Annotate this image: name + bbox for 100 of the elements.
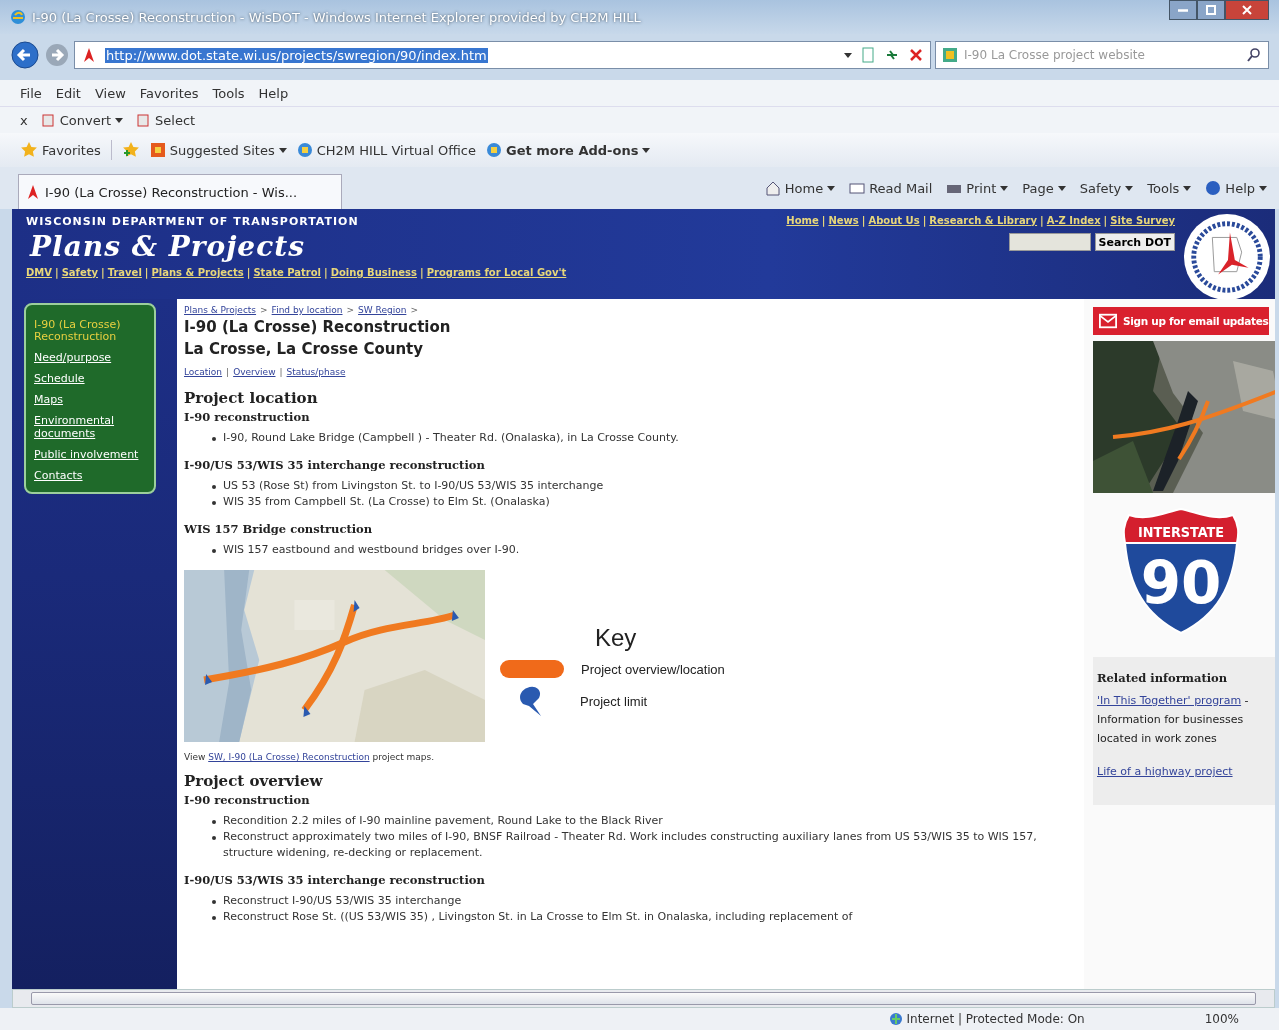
site-search-field[interactable] [1008, 233, 1091, 251]
nav-link[interactable]: Safety [61, 267, 99, 278]
menu-item[interactable]: Help [258, 85, 289, 101]
bullet-icon [212, 549, 216, 553]
envelope-icon [1099, 312, 1117, 330]
favorites-link[interactable]: CH2M HILL Virtual Office [296, 142, 476, 158]
anchor-link[interactable]: Location [184, 367, 223, 377]
separator: | [922, 215, 927, 226]
favorites-link[interactable]: Suggested Sites [149, 142, 287, 158]
caret-icon [1259, 184, 1267, 192]
highway-project-link[interactable]: Life of a highway project [1097, 762, 1271, 781]
caret-icon[interactable] [844, 51, 852, 59]
close-button[interactable] [1225, 0, 1269, 20]
close-icon [1241, 4, 1253, 16]
search-button[interactable]: Search DOT [1094, 233, 1175, 251]
search-text: I-90 La Crosse project website [964, 48, 1146, 62]
search-provider-icon [942, 47, 958, 63]
menu-item[interactable]: View [94, 85, 126, 101]
separator: | [279, 367, 283, 377]
window-title: I-90 (La Crosse) Reconstruction - WisDOT - Windows Internet Explorer provided by CH2M HILL [32, 9, 642, 25]
top-link[interactable]: A-Z Index [1046, 215, 1101, 226]
subsection-heading: I-90/US 53/WIS 35 interchange reconstruction [184, 873, 486, 887]
bullet-icon [212, 900, 216, 904]
bullet-text: Reconstruct I-90/US 53/WIS 35 interchange [223, 893, 462, 909]
search-icon[interactable] [1246, 47, 1262, 63]
separator: | [144, 267, 149, 278]
nav-link[interactable]: Travel [107, 267, 142, 278]
program-link[interactable]: 'In This Together' program [1097, 694, 1242, 707]
maps-link[interactable]: SW, I-90 (La Crosse) Reconstruction [208, 752, 370, 762]
nav-link[interactable]: Plans & Projects [151, 267, 244, 278]
back-button[interactable] [10, 40, 40, 70]
section-heading: Project overview [184, 772, 324, 790]
address-field[interactable]: http://www.dot.state.wi.us/projects/swregion/90/index.htm [74, 41, 931, 69]
favorites-link[interactable]: Get more Add-ons [486, 142, 651, 158]
menu-item[interactable]: Favorites [139, 85, 199, 101]
sidebar-link[interactable]: Environmental documents [34, 415, 148, 440]
sidebar-link[interactable]: Schedule [34, 373, 148, 386]
maximize-button[interactable] [1197, 0, 1225, 20]
separator: | [55, 267, 59, 278]
sidebar-link[interactable]: Maps [34, 394, 148, 407]
command-button[interactable]: Page [1022, 180, 1066, 196]
horizontal-scrollbar[interactable] [12, 989, 1275, 1008]
bullet-icon [212, 916, 216, 920]
separator: | [226, 367, 230, 377]
agency-name: WISCONSIN DEPARTMENT OF TRANSPORTATION [26, 215, 360, 228]
zoom-level[interactable]: 100% [1204, 1012, 1239, 1026]
caret-icon [642, 146, 651, 154]
shield-label: INTERSTATE [1138, 524, 1223, 540]
breadcrumb-separator: > [410, 305, 418, 315]
command-button[interactable]: Home [764, 180, 836, 196]
bullet-text: Recondition 2.2 miles of I-90 mainline pavement, Round Lake to the Black River [223, 813, 663, 829]
maps-note: View SW, I-90 (La Crosse) Reconstruction project maps. [184, 752, 436, 762]
breadcrumb-link[interactable]: SW Region [358, 305, 407, 315]
menu-item[interactable]: File [20, 85, 42, 101]
command-button[interactable]: Help [1205, 180, 1267, 196]
command-button[interactable]: Print [946, 180, 1009, 196]
sidebar-link[interactable]: I-90 (La Crosse) Reconstruction [34, 319, 148, 344]
caret-icon [1183, 184, 1192, 192]
breadcrumb-link[interactable]: Plans & Projects [184, 305, 257, 315]
bullet-icon [212, 501, 216, 505]
sidebar-link[interactable]: Public involvement [34, 448, 148, 461]
stop-icon[interactable] [908, 47, 924, 63]
caret-icon [1125, 184, 1134, 192]
toolbar-button[interactable]: Select [137, 112, 196, 128]
nav-link[interactable]: Doing Business [330, 267, 417, 278]
menu-item[interactable]: Edit [55, 85, 81, 101]
nav-link[interactable]: State Patrol [253, 267, 321, 278]
caret-icon [1000, 184, 1009, 192]
menu-item[interactable]: Tools [212, 85, 245, 101]
bullet-text: US 53 (Rose St) from Livingston St. to I-90/US 53/WIS 35 interchange [223, 478, 604, 494]
minimize-icon [1178, 8, 1188, 12]
anchor-link[interactable]: Overview [233, 367, 276, 377]
sidebar-link[interactable]: Need/purpose [34, 352, 148, 365]
separator: | [324, 267, 328, 278]
breadcrumb-link[interactable]: Find by location [271, 305, 343, 315]
browser-tab[interactable]: I-90 (La Crosse) Reconstruction - Wis... [18, 174, 342, 209]
page-title: I-90 (La Crosse) Reconstruction [184, 317, 452, 337]
minimize-button[interactable] [1169, 0, 1197, 20]
add-favorite-icon[interactable] [121, 141, 140, 159]
command-button[interactable]: Read Mail [849, 180, 933, 196]
top-link[interactable]: Home [786, 215, 819, 226]
command-button[interactable]: Safety [1079, 180, 1134, 196]
top-link[interactable]: Site Survey [1110, 215, 1175, 226]
top-link[interactable]: Research & Library [929, 215, 1038, 226]
sidebar-link[interactable]: Contacts [34, 469, 148, 482]
nav-link[interactable]: Programs for Local Gov't [426, 267, 567, 278]
separator: | [246, 267, 251, 278]
favorites-button[interactable]: Favorites [20, 141, 101, 159]
caret-icon [115, 116, 124, 124]
breadcrumb-separator: > [260, 305, 268, 315]
command-button[interactable]: Tools [1147, 180, 1192, 196]
related-text: 'In This Together' program - Information for businesses located in work zones [1097, 693, 1250, 747]
nav-link[interactable]: DMV [26, 267, 52, 278]
close-toolbar-button[interactable]: x [20, 112, 28, 128]
top-link[interactable]: News [828, 215, 859, 226]
top-link[interactable]: About Us [868, 215, 920, 226]
bullet-icon [212, 485, 216, 489]
toolbar-button[interactable]: Convert [41, 112, 124, 128]
email-signup-button[interactable]: Sign up for email updates [1093, 307, 1269, 335]
anchor-link[interactable]: Status/phase [286, 367, 346, 377]
